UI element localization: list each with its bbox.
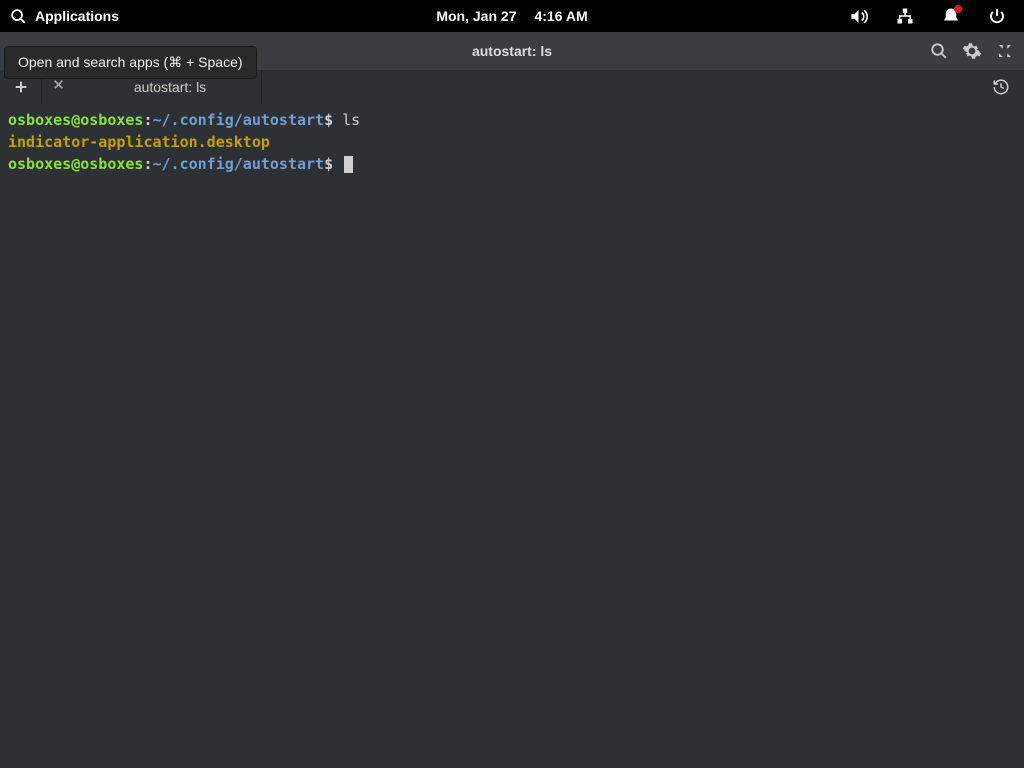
- close-tab-button[interactable]: [52, 78, 65, 96]
- settings-button[interactable]: [962, 41, 982, 61]
- tooltip-text: Open and search apps (⌘ + Space): [18, 54, 243, 70]
- terminal-line: indicator-application.desktop: [8, 132, 1016, 154]
- history-button[interactable]: [992, 78, 1010, 96]
- cursor: [344, 156, 353, 173]
- terminal-line: osboxes@osboxes:~/.config/autostart$: [8, 154, 1016, 176]
- applications-menu[interactable]: Applications: [10, 8, 119, 25]
- prompt-user: osboxes@osboxes: [8, 111, 143, 129]
- applications-label: Applications: [35, 8, 119, 24]
- system-topbar: Applications Mon, Jan 27 4:16 AM: [0, 0, 1024, 32]
- volume-icon[interactable]: [849, 7, 868, 26]
- topbar-time[interactable]: 4:16 AM: [534, 8, 587, 24]
- command-text: ls: [342, 111, 360, 129]
- prompt-path: ~/.config/autostart: [153, 111, 325, 129]
- tab-label: autostart: ls: [93, 79, 247, 95]
- applications-tooltip: Open and search apps (⌘ + Space): [4, 46, 257, 79]
- restore-window-button[interactable]: [996, 42, 1014, 60]
- terminal-body[interactable]: osboxes@osboxes:~/.config/autostart$ ls …: [0, 104, 1024, 768]
- notifications-icon[interactable]: [942, 7, 960, 25]
- file-listing: indicator-application.desktop: [8, 133, 270, 151]
- terminal-line: osboxes@osboxes:~/.config/autostart$ ls: [8, 110, 1016, 132]
- power-icon[interactable]: [988, 7, 1006, 25]
- notification-badge: [954, 5, 962, 13]
- network-icon[interactable]: [896, 7, 914, 25]
- window-title: autostart: ls: [472, 43, 552, 59]
- terminal-search-button[interactable]: [930, 42, 948, 60]
- topbar-date[interactable]: Mon, Jan 27: [436, 8, 516, 24]
- search-icon: [10, 8, 27, 25]
